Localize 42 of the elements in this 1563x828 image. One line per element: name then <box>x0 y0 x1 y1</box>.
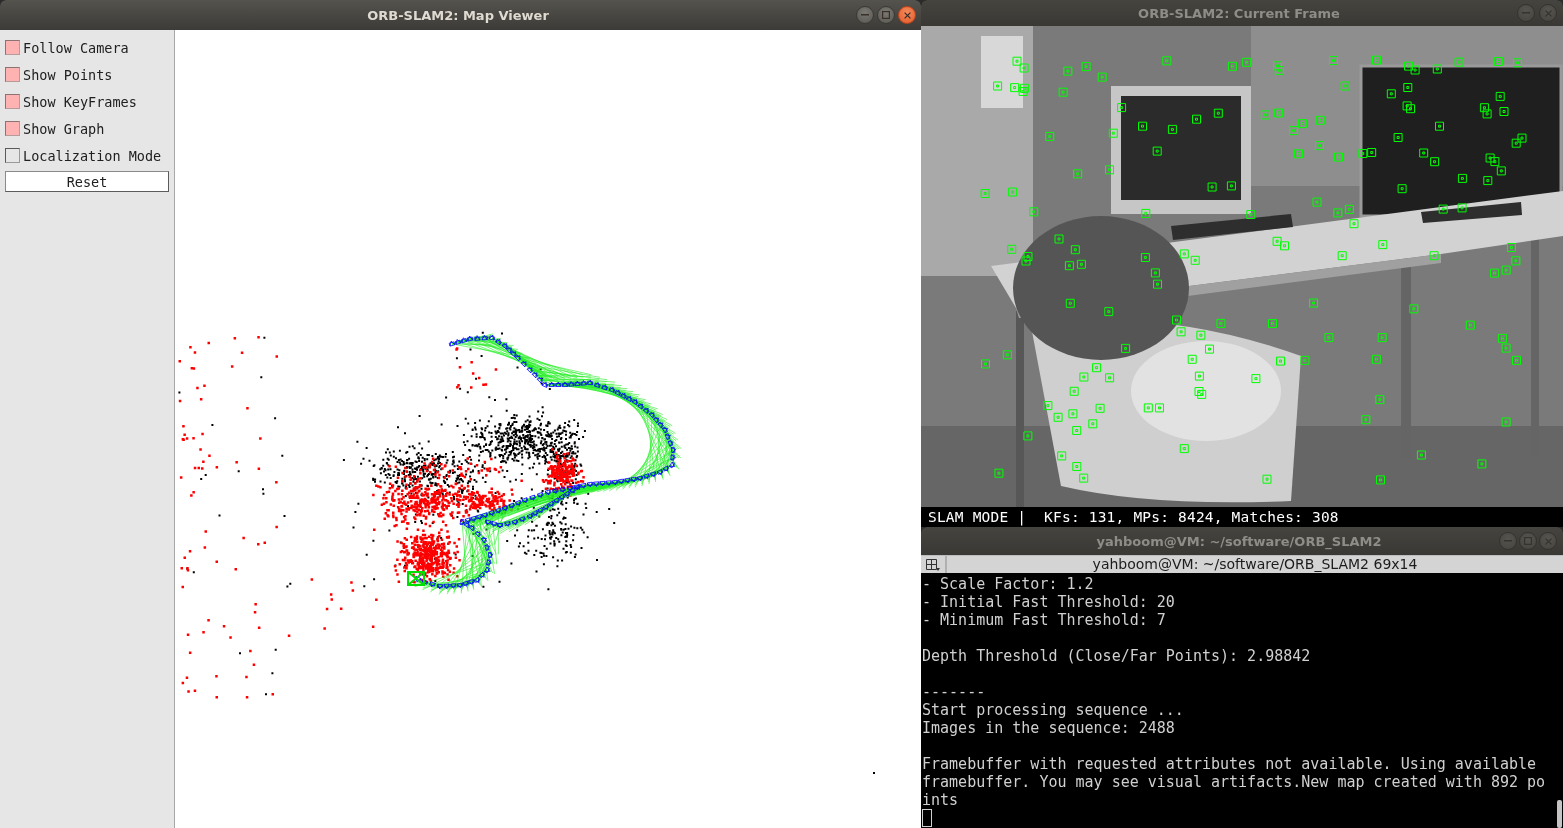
terminal-output-line: Depth Threshold (Close/Far Points): 2.98842 <box>922 647 1311 665</box>
close-icon <box>1544 9 1552 17</box>
terminal-output-line: - Initial Fast Threshold: 20 <box>922 593 1175 611</box>
terminal-output-line: Framebuffer with requested attributes not available. Using available <box>922 755 1537 773</box>
scrollbar-thumb[interactable] <box>1557 800 1562 828</box>
checkbox[interactable] <box>5 121 20 136</box>
terminal-output-line: Start processing sequence ... <box>922 701 1184 719</box>
close-button[interactable] <box>898 6 916 24</box>
checkbox[interactable] <box>5 67 20 82</box>
checkbox-label: Show KeyFrames <box>23 93 137 110</box>
map-canvas[interactable] <box>175 30 921 828</box>
checkbox[interactable] <box>5 40 20 55</box>
close-icon <box>1544 537 1552 545</box>
checkbox[interactable] <box>5 94 20 109</box>
cursor-icon <box>922 809 932 827</box>
terminal-output-line: framebuffer. You may see visual artifacts.New map created with 892 po <box>922 773 1546 791</box>
checkbox-label: Show Points <box>23 66 113 83</box>
checkbox-label: Localization Mode <box>23 147 162 164</box>
terminal-output-line: - Minimum Fast Threshold: 7 <box>922 611 1166 629</box>
tab-title[interactable]: yahboom@VM: ~/software/ORB_SLAM2 69x14 <box>1092 556 1418 573</box>
minimize-button[interactable] <box>1499 532 1517 550</box>
checkbox-label: Follow Camera <box>23 39 129 56</box>
window-title: yahboom@VM: ~/software/ORB_SLAM2 <box>1096 533 1382 549</box>
maximize-button[interactable] <box>1519 532 1537 550</box>
minimize-button[interactable] <box>856 6 874 24</box>
terminal-output-line: - Scale Factor: 1.2 <box>922 575 1094 593</box>
grid-icon[interactable] <box>926 558 940 571</box>
checkbox-label: Show Graph <box>23 120 105 137</box>
window-title: ORB-SLAM2: Current Frame <box>1138 5 1340 21</box>
terminal-output-line: ints <box>922 791 959 809</box>
maximize-icon <box>1524 537 1532 545</box>
window-title: ORB-SLAM2: Map Viewer <box>367 7 549 23</box>
checkbox[interactable] <box>5 148 20 163</box>
maximize-button[interactable] <box>877 6 895 24</box>
reset-button[interactable]: Reset <box>5 171 169 192</box>
terminal-output-line: Images in the sequence: 2488 <box>922 719 1175 737</box>
terminal-output-line: ------- <box>922 683 986 701</box>
camera-frustum-icon <box>407 571 425 586</box>
maximize-icon <box>882 11 890 19</box>
minimize-button[interactable] <box>1517 4 1535 22</box>
close-icon <box>903 11 911 19</box>
minimize-icon <box>861 14 869 16</box>
